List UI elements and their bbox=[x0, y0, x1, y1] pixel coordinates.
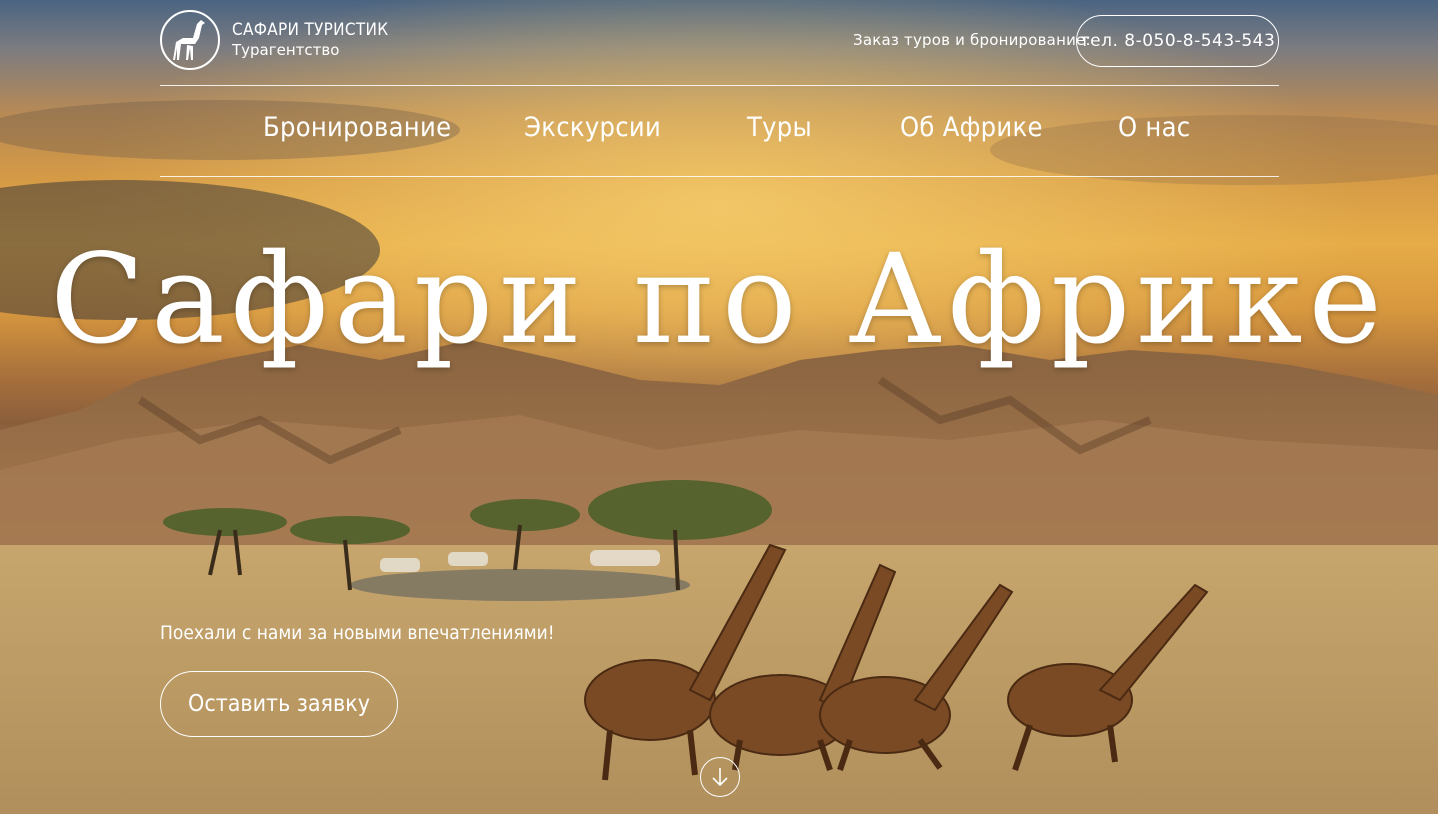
hero-section: САФАРИ ТУРИСТИК Турагентство Заказ туров… bbox=[0, 0, 1438, 814]
nav-item-about-africa[interactable]: Об Африке bbox=[900, 112, 1043, 143]
header-divider-bottom bbox=[160, 176, 1279, 177]
logo-title: САФАРИ ТУРИСТИК bbox=[232, 20, 389, 40]
nav-item-booking[interactable]: Бронирование bbox=[263, 112, 451, 143]
scroll-down-button[interactable] bbox=[700, 757, 740, 797]
nav-item-tours[interactable]: Туры bbox=[747, 112, 812, 143]
logo-badge bbox=[160, 10, 220, 70]
order-label: Заказ туров и бронирование: bbox=[853, 31, 1091, 49]
logo[interactable]: САФАРИ ТУРИСТИК Турагентство bbox=[160, 10, 388, 70]
header-divider-top bbox=[160, 85, 1279, 86]
phone-button[interactable]: тел. 8-050-8-543-543 bbox=[1076, 15, 1279, 67]
nav-item-about-us[interactable]: О нас bbox=[1118, 112, 1190, 143]
arrow-down-icon bbox=[712, 768, 728, 787]
giraffe-icon bbox=[173, 20, 205, 60]
hero-tagline: Поехали с нами за новыми впечатлениями! bbox=[160, 622, 555, 644]
request-button[interactable]: Оставить заявку bbox=[160, 671, 398, 737]
nav-item-excursions[interactable]: Экскурсии bbox=[524, 112, 661, 143]
main-nav: Бронирование Экскурсии Туры Об Африке О … bbox=[160, 90, 1279, 176]
logo-subtitle: Турагентство bbox=[232, 41, 340, 60]
hero-headline: Сафари по Африке bbox=[50, 228, 1388, 372]
